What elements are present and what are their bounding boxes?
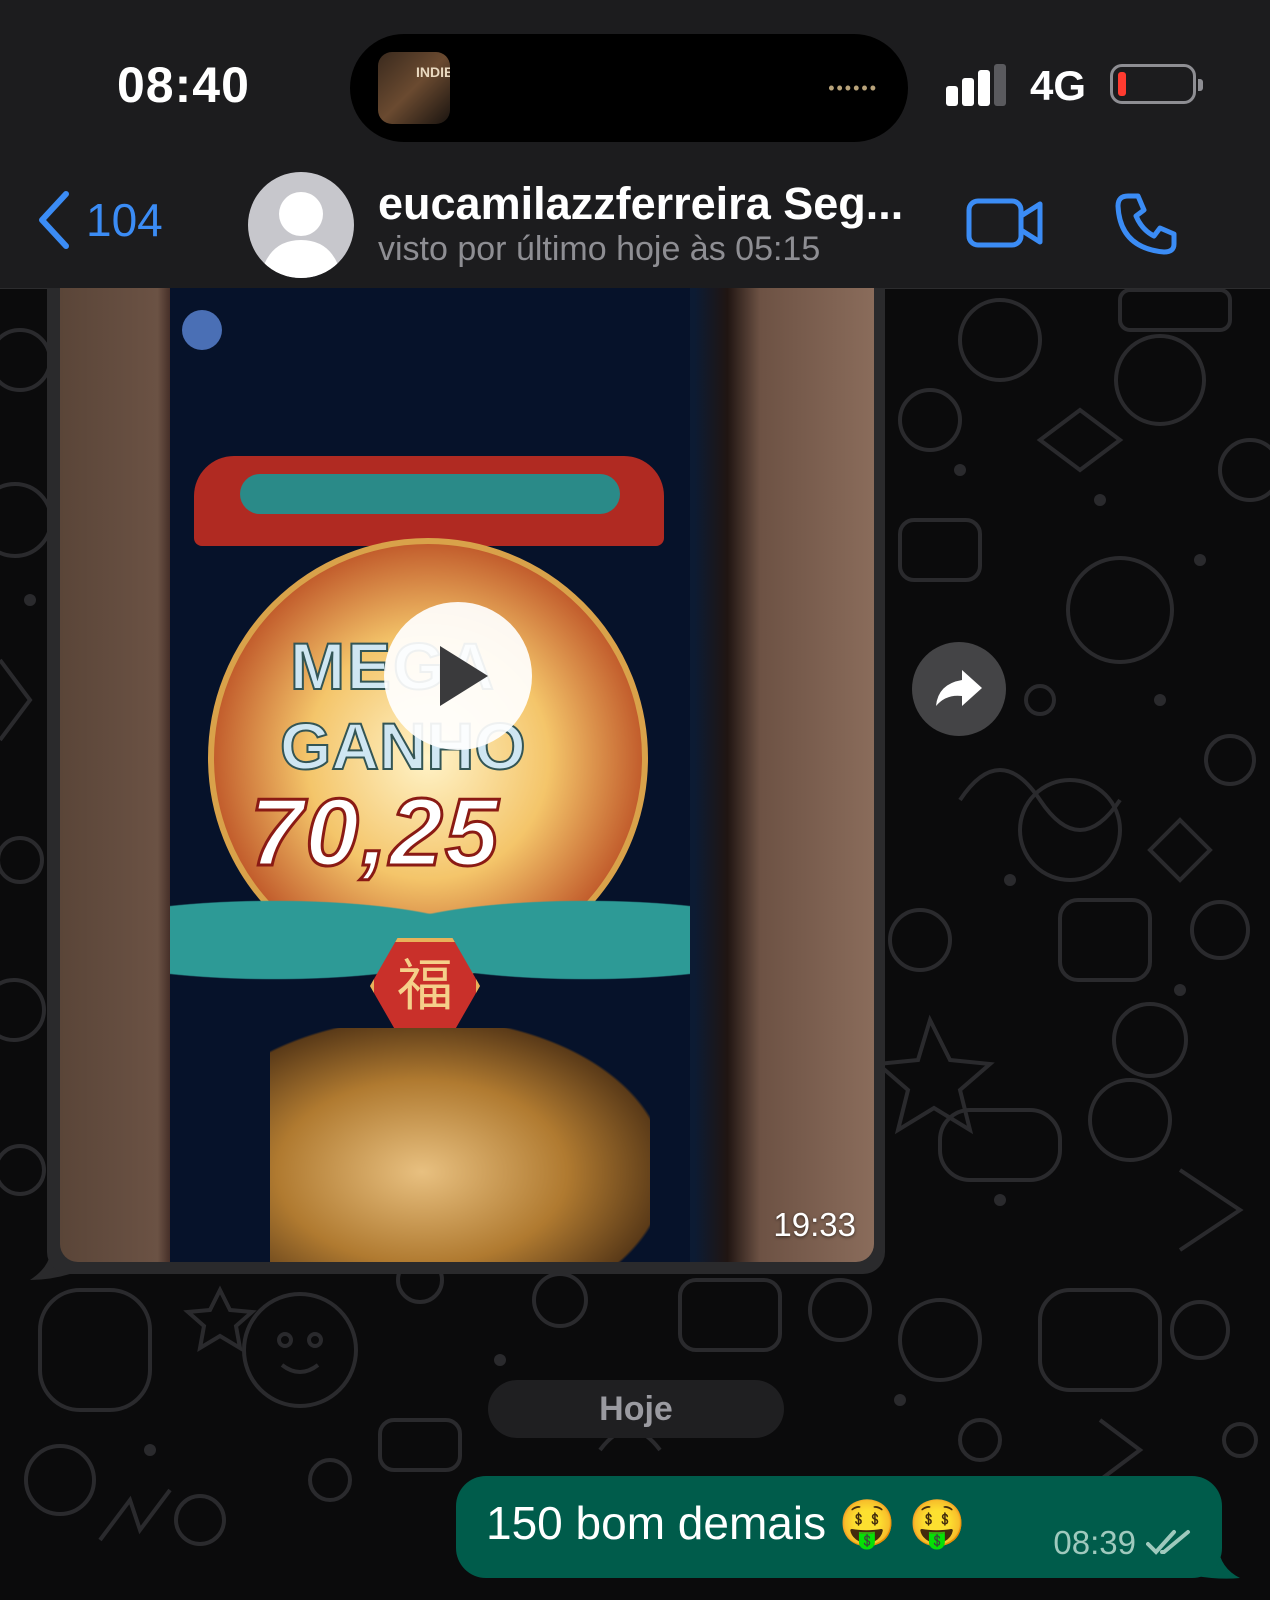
default-person-icon [260,192,342,278]
phone-call-icon[interactable] [1114,192,1178,256]
network-type: 4G [1030,62,1087,109]
golden-bull-figure [270,1028,650,1262]
game-win-amount: 70,25 [248,778,501,888]
message-text: 150 bom demais 🤑 🤑 [486,1497,967,1549]
game-screen-image: MEGA GANHO 70,25 福 [170,288,690,1262]
chat-header: 104 eucamilazzferreira Seg... visto por … [0,170,1270,289]
thumbnail-text: INDIE [416,64,450,80]
battery-level [1118,72,1126,96]
contact-avatar[interactable] [248,172,354,278]
chevron-left-icon [39,191,69,249]
message-time: 08:39 [1053,1524,1136,1561]
battery-icon [1110,64,1203,104]
contact-name[interactable]: eucamilazzferreira Seg... [378,178,903,230]
game-logo-icon [182,310,222,350]
outgoing-message-bubble[interactable]: 150 bom demais 🤑 🤑 08:39 [456,1476,1222,1578]
date-separator: Hoje [488,1380,784,1438]
now-playing-thumbnail[interactable]: INDIE [378,52,450,124]
double-check-icon [1146,1530,1190,1555]
play-button[interactable] [384,602,532,750]
video-call-icon[interactable] [966,198,1044,248]
dynamic-island[interactable]: INDIE •••••• [350,34,908,142]
status-bar: 08:40 INDIE •••••• 4G [0,0,1270,170]
forward-arrow-icon [936,670,982,706]
forward-button[interactable] [912,642,1006,736]
audio-activity-indicator: •••••• [828,78,878,98]
video-duration: 19:33 [773,1206,856,1243]
status-time: 08:40 [117,57,250,113]
back-button[interactable]: 104 [36,190,163,250]
unread-count: 104 [86,194,163,246]
play-icon [440,646,488,706]
video-thumbnail[interactable]: MEGA GANHO 70,25 福 19:33 [60,288,874,1262]
signal-strength-icon [946,64,1006,106]
last-seen-status: visto por último hoje às 05:15 [378,230,821,268]
